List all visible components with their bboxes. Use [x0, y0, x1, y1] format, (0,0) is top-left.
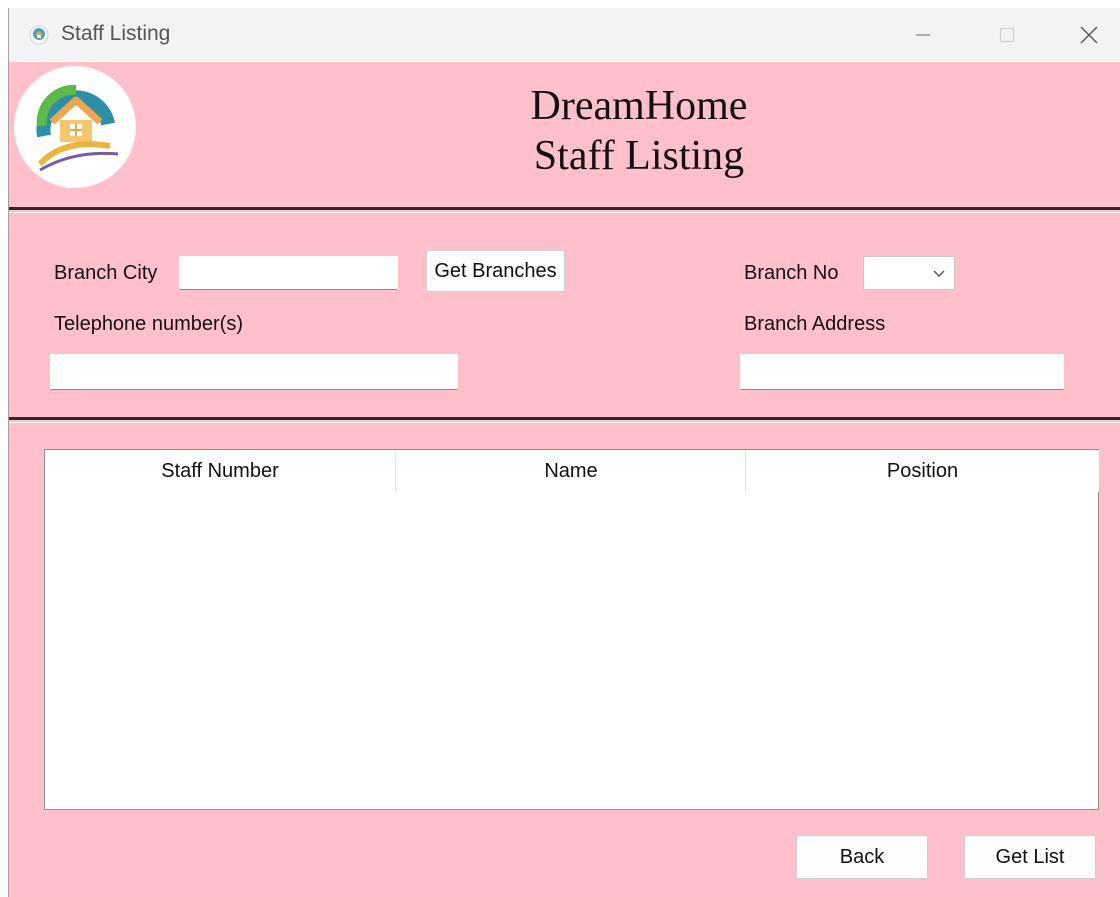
column-header-name[interactable]: Name [395, 450, 746, 492]
chevron-down-icon [933, 270, 945, 277]
column-header-position[interactable]: Position [745, 450, 1099, 492]
title-bar[interactable]: Staff Listing [9, 8, 1120, 62]
maximize-icon [999, 27, 1015, 43]
staff-listing-window: Staff Listing DreamHome Staff Listing Br… [8, 8, 1120, 897]
branch-city-input[interactable] [179, 256, 398, 290]
get-branches-button[interactable]: Get Branches [426, 250, 565, 292]
minimize-button[interactable] [895, 16, 951, 54]
get-list-button[interactable]: Get List [964, 835, 1096, 879]
header: DreamHome Staff Listing [9, 62, 1120, 207]
dreamhome-logo [14, 66, 136, 188]
branch-address-input[interactable] [740, 354, 1064, 390]
column-header-staff-number[interactable]: Staff Number [45, 450, 395, 492]
back-button[interactable]: Back [796, 835, 928, 879]
minimize-icon [916, 34, 930, 36]
form-divider [9, 417, 1120, 423]
close-icon [1080, 26, 1098, 44]
branch-address-label: Branch Address [744, 313, 886, 335]
telephone-label: Telephone number(s) [54, 313, 243, 335]
app-title: DreamHome [530, 83, 748, 129]
house-logo-icon [32, 80, 119, 172]
header-divider [9, 207, 1120, 213]
app-house-icon [29, 25, 49, 45]
branch-no-select[interactable] [863, 256, 955, 290]
telephone-input[interactable] [50, 354, 458, 390]
maximize-button[interactable] [979, 16, 1035, 54]
window-title: Staff Listing [61, 22, 171, 45]
branch-city-label: Branch City [54, 262, 158, 284]
page-subtitle: Staff Listing [533, 133, 745, 179]
staff-table[interactable]: Staff Number Name Position [44, 449, 1099, 810]
branch-no-label: Branch No [744, 262, 839, 284]
close-button[interactable] [1061, 16, 1117, 54]
